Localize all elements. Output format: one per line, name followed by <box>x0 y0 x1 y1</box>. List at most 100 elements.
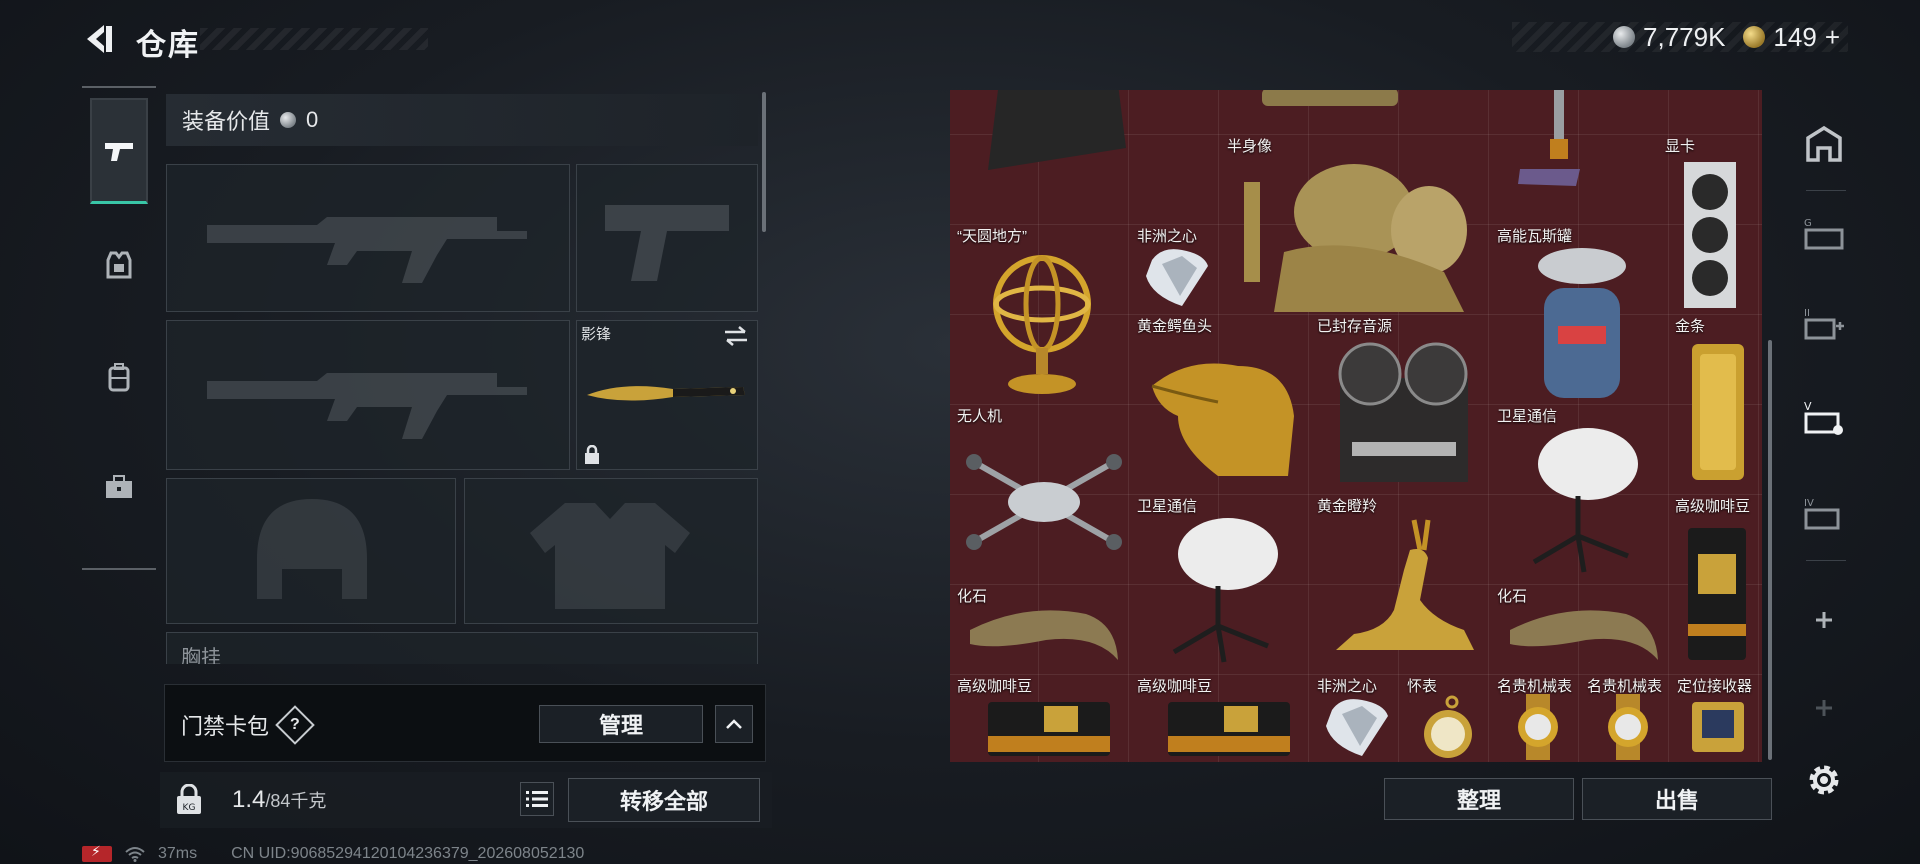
transfer-all-button[interactable]: 转移全部 <box>568 778 760 822</box>
item-label: “天圆地方” <box>957 228 1027 245</box>
secondary-weapon-slot[interactable] <box>166 320 570 470</box>
top-partial-item[interactable] <box>1510 90 1586 196</box>
help-icon[interactable]: ? <box>275 705 315 745</box>
pistol-silhouette-icon <box>605 205 729 281</box>
warehouse-tab-3-active[interactable]: V <box>1794 388 1854 448</box>
equipment-scrollbar[interactable] <box>762 92 766 232</box>
warehouse-home-tab[interactable] <box>1794 114 1854 174</box>
divider <box>1806 190 1846 191</box>
warehouse-tab-1[interactable]: G <box>1794 204 1854 264</box>
sort-button[interactable]: 整理 <box>1384 778 1574 820</box>
gas-canister-icon <box>1538 248 1626 398</box>
chest-rig-slot[interactable]: 胸挂 <box>166 632 758 664</box>
warehouse-tab-2[interactable]: II <box>1794 294 1854 354</box>
inventory-item-coffee[interactable]: 高级咖啡豆 <box>954 674 1130 762</box>
storage-box-icon: G <box>1804 218 1844 250</box>
warehouse-tab-4[interactable]: IV <box>1794 484 1854 544</box>
dark-panel-icon <box>988 90 1126 170</box>
fossil-claw-icon <box>1510 610 1658 660</box>
inventory-item-fossil[interactable]: 化石 <box>1494 584 1670 674</box>
inventory-item-coffee[interactable]: 高级咖啡豆 <box>1672 494 1760 674</box>
pistol-slot[interactable] <box>576 164 758 312</box>
pocket-watch-icon <box>1424 695 1472 758</box>
inventory-item-gpu[interactable]: 显卡 <box>1662 134 1758 314</box>
weapon-tab[interactable] <box>90 98 148 204</box>
storage-add-icon: II <box>1804 308 1844 340</box>
keycard-title: 门禁卡包 ? <box>181 705 315 745</box>
keycard-label: 门禁卡包 <box>181 714 270 739</box>
primary-weapon-slot[interactable] <box>166 164 570 312</box>
melee-slot[interactable]: 影锋 <box>576 320 758 470</box>
armor-silhouette-icon <box>530 503 690 609</box>
weight-lock-icon: KG <box>177 784 201 814</box>
inventory-item-heart-of-africa[interactable]: 非洲之心 <box>1314 674 1402 762</box>
inventory-item-bust[interactable]: 半身像 <box>1224 134 1494 314</box>
uid-text: CN UID:9068529412010423637​9_20260805213… <box>231 845 585 862</box>
swap-icon[interactable] <box>723 325 749 347</box>
reel-tape-recorder-icon <box>1338 342 1468 482</box>
top-partial-item[interactable] <box>978 90 1128 172</box>
gold-currency[interactable]: 149 + <box>1743 22 1840 53</box>
melee-name: 影锋 <box>581 326 612 343</box>
top-partial-item[interactable] <box>1260 90 1400 114</box>
inventory-item-sealed-audio[interactable]: 已封存音源 <box>1314 314 1490 494</box>
inventory-item-gold-croc-head[interactable]: 黄金鳄鱼头 <box>1134 314 1310 494</box>
inventory-item-armillary[interactable]: “天圆地方” <box>954 224 1130 404</box>
inventory-item-luxury-watch[interactable]: 名贵机械表 <box>1584 674 1672 762</box>
inventory-item-gold-bar[interactable]: 金条 <box>1672 314 1760 494</box>
item-label: 卫星通信 <box>1497 408 1558 425</box>
item-label: 高级咖啡豆 <box>1137 678 1213 695</box>
diamond-icon <box>1326 699 1388 756</box>
wristwatch-icon <box>1518 694 1558 760</box>
armor-vest-icon <box>106 251 132 279</box>
gear-icon <box>1809 765 1839 795</box>
inventory-item-drone[interactable]: 无人机 <box>954 404 1130 584</box>
inventory-item-satellite[interactable]: 卫星通信 <box>1494 404 1670 584</box>
inventory-item-satellite[interactable]: 卫星通信 <box>1134 494 1310 674</box>
gps-receiver-icon <box>1692 702 1744 752</box>
sell-button[interactable]: 出售 <box>1582 778 1772 820</box>
svg-text:II: II <box>1804 308 1810 319</box>
armor-tab[interactable] <box>90 212 148 318</box>
collapse-button[interactable] <box>715 705 753 743</box>
page-title: 仓库 <box>136 29 200 62</box>
body-armor-slot[interactable] <box>464 478 758 624</box>
container-tab[interactable] <box>90 434 148 540</box>
item-label: 定位接收器 <box>1677 678 1753 695</box>
inventory-item-pocket-watch[interactable]: 怀表 <box>1404 674 1492 762</box>
add-warehouse-button-disabled[interactable] <box>1794 678 1854 738</box>
toolbox-icon <box>106 475 132 498</box>
backpack-tab[interactable] <box>90 324 148 430</box>
inventory-item-gps-receiver[interactable]: 定位接收器 <box>1674 674 1762 762</box>
settings-button[interactable] <box>1794 750 1854 810</box>
svg-text:KG: KG <box>183 803 196 813</box>
wifi-icon <box>125 847 145 862</box>
inventory-item-gold-gazelle[interactable]: 黄金瞪羚 <box>1314 494 1490 674</box>
equipment-value-bar: 装备价值 0 <box>166 94 758 146</box>
inventory-item-fossil[interactable]: 化石 <box>954 584 1130 674</box>
item-label: 高级咖啡豆 <box>1675 498 1751 515</box>
item-label: 高能瓦斯罐 <box>1497 228 1573 245</box>
inventory-item-gas-canister[interactable]: 高能瓦斯罐 <box>1494 224 1670 404</box>
back-button[interactable] <box>80 18 122 60</box>
coffee-bag-icon <box>1168 702 1290 756</box>
add-warehouse-button[interactable] <box>1794 590 1854 650</box>
add-gold-button[interactable]: + <box>1825 22 1840 53</box>
inventory-scrollbar[interactable] <box>1768 340 1772 760</box>
diamond-icon <box>1146 249 1208 306</box>
helmet-slot[interactable] <box>166 478 456 624</box>
silver-coin-icon <box>1613 26 1636 48</box>
inventory-item-luxury-watch[interactable]: 名贵机械表 <box>1494 674 1582 762</box>
list-view-button[interactable] <box>520 782 554 816</box>
silver-coin-icon <box>280 112 297 128</box>
rifle-silhouette-icon <box>207 217 527 283</box>
inventory-item-coffee[interactable]: 高级咖啡豆 <box>1134 674 1310 762</box>
weight-max: /84千克 <box>265 791 327 811</box>
bust-statue-icon <box>1244 164 1467 312</box>
equipment-panel: 装备价值 0 影锋 胸挂 <box>160 88 768 664</box>
status-bar: 37ms CN UID:9068529412010423637​9_202608… <box>82 843 585 864</box>
wristwatch-icon <box>1608 694 1648 760</box>
satellite-dish-icon <box>1532 428 1638 573</box>
manage-button[interactable]: 管理 <box>539 705 703 743</box>
inventory-item-heart-of-africa[interactable]: 非洲之心 <box>1134 224 1222 314</box>
